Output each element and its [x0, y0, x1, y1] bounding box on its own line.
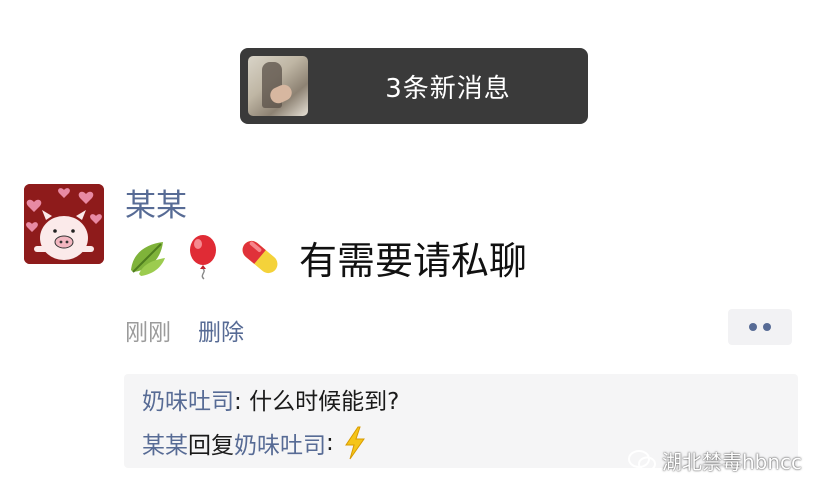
wechat-logo-icon	[628, 449, 656, 471]
comment-item[interactable]: 奶味吐司: 什么时候能到?	[142, 382, 399, 416]
comment-text: 什么时候能到?	[249, 389, 400, 415]
lightning-emoji	[344, 426, 365, 460]
comment-separator: :	[234, 389, 250, 415]
watermark-text: 湖北禁毒hbncc	[662, 450, 803, 474]
new-messages-banner[interactable]: 3条新消息	[240, 48, 588, 124]
new-messages-label: 3条新消息	[385, 73, 511, 104]
reply-word: 回复	[188, 433, 234, 459]
reply-target[interactable]: 奶味吐司	[234, 426, 326, 460]
post-author-name[interactable]: 某某	[125, 180, 187, 225]
balloon-emoji	[190, 235, 216, 280]
comment-item[interactable]: 某某 回复 奶味吐司:	[142, 426, 368, 460]
delete-button[interactable]: 删除	[198, 313, 244, 347]
comment-author[interactable]: 某某	[142, 426, 188, 460]
leaf-emoji	[131, 242, 165, 276]
post-text: 有需要请私聊	[299, 238, 528, 283]
pig-hearts-avatar[interactable]	[24, 184, 104, 264]
more-dots-icon[interactable]	[728, 309, 792, 345]
watermark: 湖北禁毒hbncc	[628, 446, 802, 475]
pill-emoji	[242, 240, 278, 274]
post-timestamp: 刚刚	[125, 320, 171, 346]
post-content: 有需要请私聊	[125, 232, 528, 283]
comment-separator: :	[326, 430, 334, 456]
comment-author[interactable]: 奶味吐司	[142, 389, 234, 415]
user-photo-thumbnail	[248, 56, 308, 116]
